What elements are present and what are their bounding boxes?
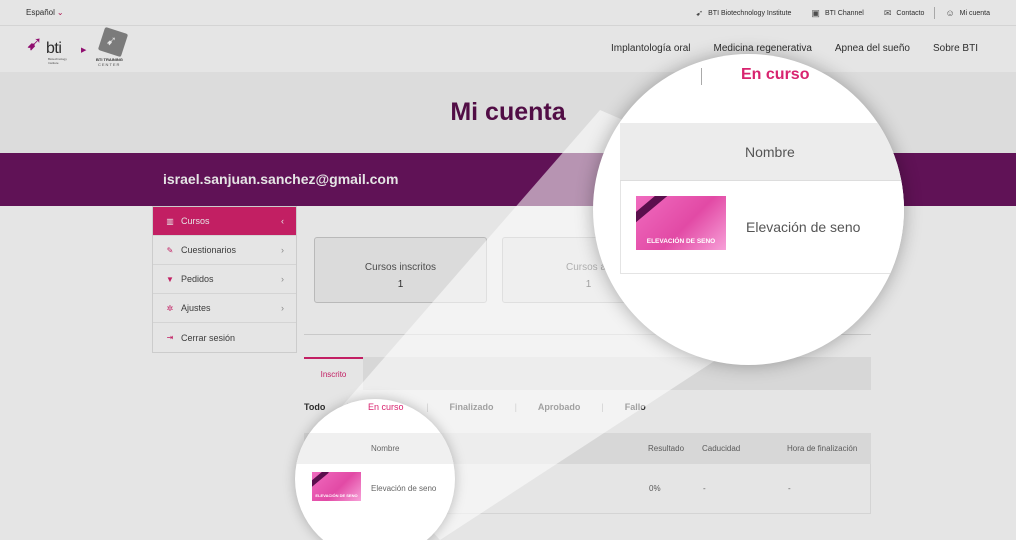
sidebar-item-ajustes[interactable]: ✲ Ajustes › — [153, 294, 296, 323]
utility-links: ➹ BTI Biotechnology Institute ▣ BTI Channe… — [676, 7, 990, 19]
sidebar-item-pedidos[interactable]: ▼ Pedidos › — [153, 265, 296, 294]
sidebar-item-cerrar-sesion[interactable]: ⇥ Cerrar sesión — [153, 323, 296, 352]
user-email: israel.sanjuan.sanchez@gmail.com — [163, 171, 399, 187]
stat-label: Cursos inscritos — [364, 262, 437, 273]
utility-link-label: Mi cuenta — [959, 9, 990, 17]
utility-link-mi-cuenta[interactable]: ☺ Mi cuenta — [945, 7, 990, 18]
magnified-table-header: Nombre — [295, 433, 455, 464]
column-header-caducidad: Caducidad — [702, 444, 741, 453]
chevron-right-icon: › — [281, 303, 284, 313]
language-selector[interactable]: Español ⌄ — [26, 8, 64, 17]
course-tabs — [304, 357, 871, 390]
user-icon: ☺ — [945, 7, 955, 18]
ribbon-badge — [312, 472, 329, 489]
divider — [934, 7, 936, 19]
book-icon: ▥ — [166, 216, 174, 226]
tv-icon: ▣ — [811, 7, 820, 18]
hummingbird-logo-icon: ➹ — [26, 33, 43, 55]
sidebar-item-label: Ajustes — [181, 303, 211, 313]
course-result: 0% — [649, 484, 661, 493]
magnified-table-header: Nombre — [620, 123, 904, 181]
language-label: Español — [26, 8, 55, 17]
filter-finalizado[interactable]: Finalizado — [450, 402, 494, 412]
stat-value: 1 — [397, 279, 404, 290]
column-header-hora-finalizacion: Hora de finalización — [787, 444, 858, 453]
magnified-course-thumbnail: ELEVACIÓN DE SENO — [636, 196, 726, 250]
bti-training-center-logo[interactable]: ➹ BTI TRAINING CENTER — [96, 26, 130, 68]
filter-separator: | — [514, 402, 517, 412]
nav-item-sobre-bti[interactable]: Sobre BTI — [933, 43, 978, 54]
filter-separator — [701, 68, 702, 85]
logo-subtitle: Biotechnology Institute — [48, 57, 67, 65]
utility-link-bti-institute[interactable]: ➹ BTI Biotechnology Institute — [695, 7, 792, 18]
sidebar-item-label: Cuestionarios — [181, 245, 237, 255]
magnified-column-nombre: Nombre — [745, 144, 795, 160]
thumbnail-text: ELEVACIÓN DE SENO — [646, 238, 716, 245]
quiz-icon: ✎ — [166, 245, 174, 255]
chevron-right-icon: › — [281, 274, 284, 284]
column-header-resultado: Resultado — [648, 444, 685, 453]
site-header: ➹ bti Biotechnology Institute ▶ ➹ BTI TR… — [0, 26, 1016, 72]
chevron-right-icon: › — [281, 245, 284, 255]
magnified-table-row: ELEVACIÓN DE SENO Elevación de seno — [620, 181, 904, 274]
magnifier-small: En curso Nombre ELEVACIÓN DE SENO Elevac… — [295, 399, 455, 540]
magnified-filter-en-curso: En curso — [741, 66, 810, 83]
sidebar-item-cursos[interactable]: ▥ Cursos ‹ — [153, 207, 296, 236]
filter-fallo[interactable]: Fallo — [625, 402, 646, 412]
utility-link-label: Contacto — [896, 9, 925, 17]
main-nav: Implantología oral Medicina regenerativa… — [588, 43, 978, 54]
stat-card-inscritos: Cursos inscritos 1 — [314, 237, 487, 303]
account-sidebar: ▥ Cursos ‹ ✎ Cuestionarios › ▼ Pedidos ›… — [152, 206, 297, 353]
sidebar-item-label: Cerrar sesión — [181, 332, 236, 343]
utility-link-label: BTI Biotechnology Institute — [708, 9, 792, 17]
chevron-down-icon: ⌄ — [56, 8, 64, 17]
ribbon-badge — [636, 196, 668, 225]
gear-icon: ✲ — [166, 303, 174, 313]
magnified-course-thumbnail: ELEVACIÓN DE SENO — [312, 472, 361, 501]
course-finish-time: - — [788, 484, 791, 493]
play-arrow-icon: ▶ — [81, 47, 87, 54]
sidebar-item-label: Cursos — [181, 216, 210, 226]
top-utility-bar: Español ⌄ ➹ BTI Biotechnology Institute ▣ B… — [0, 0, 1016, 26]
nav-item-implantologia[interactable]: Implantología oral — [611, 43, 691, 54]
utility-link-label: BTI Channel — [824, 9, 864, 17]
filter-todo[interactable]: Todo — [304, 402, 325, 412]
chevron-left-icon: ‹ — [281, 216, 284, 226]
course-expiry: - — [703, 484, 706, 493]
mail-icon: ✉ — [883, 7, 892, 18]
nav-item-medicina-regenerativa[interactable]: Medicina regenerativa — [714, 43, 812, 54]
utility-link-contacto[interactable]: ✉ Contacto — [883, 7, 925, 18]
logo-wordmark: bti — [46, 40, 62, 57]
cart-icon: ▼ — [166, 274, 174, 284]
logout-icon: ⇥ — [166, 333, 174, 342]
magnifier-large: En curso Nombre ELEVACIÓN DE SENO Elevac… — [593, 54, 904, 365]
sidebar-item-cuestionarios[interactable]: ✎ Cuestionarios › — [153, 236, 296, 265]
magnified-filter-en-curso: En curso — [368, 402, 404, 412]
training-logo-subtitle: CENTER — [98, 62, 121, 67]
filter-aprobado[interactable]: Aprobado — [538, 402, 581, 412]
sidebar-item-label: Pedidos — [181, 274, 214, 284]
thumbnail-text: ELEVACIÓN DE SENO — [315, 492, 358, 498]
bti-logo[interactable]: ➹ bti Biotechnology Institute — [26, 34, 76, 66]
magnified-course-name: Elevación de seno — [371, 484, 437, 493]
utility-link-bti-channel[interactable]: ▣ BTI Channel — [811, 7, 864, 18]
filter-separator: | — [426, 402, 429, 412]
hummingbird-icon: ➹ — [106, 33, 117, 48]
filter-separator: | — [601, 402, 604, 412]
bird-icon: ➹ — [695, 7, 704, 18]
tab-inscrito[interactable]: Inscrito — [304, 357, 363, 390]
magnified-course-name: Elevación de seno — [746, 219, 861, 235]
nav-item-apnea[interactable]: Apnea del sueño — [835, 43, 910, 54]
magnified-column-nombre: Nombre — [371, 444, 400, 453]
